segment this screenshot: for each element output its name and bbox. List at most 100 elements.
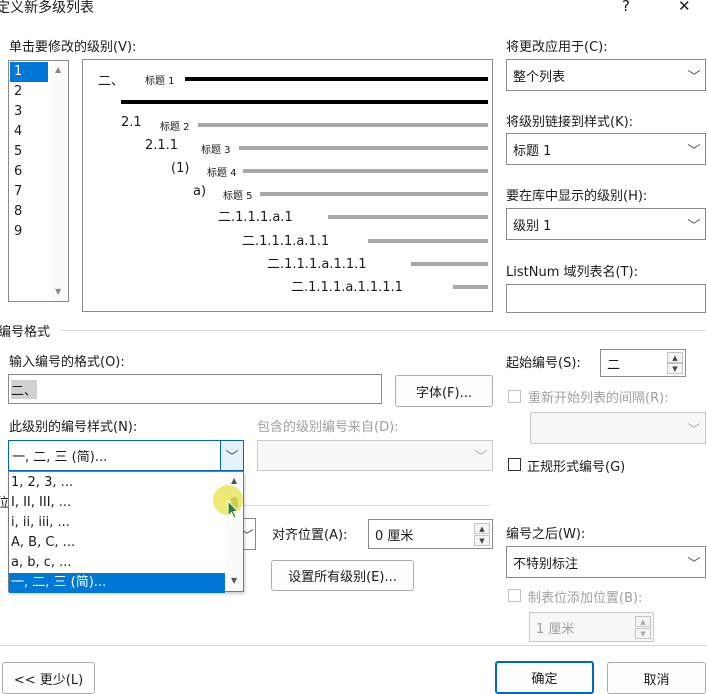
start-at-label: 起始编号(S): bbox=[506, 356, 581, 371]
section-divider bbox=[60, 330, 705, 331]
number-style-value: 一, 二, 三 (简)... bbox=[12, 450, 108, 465]
level-list-item[interactable]: 3 bbox=[10, 102, 48, 122]
number-style-option[interactable]: 1, 2, 3, ... bbox=[9, 473, 225, 493]
preview-heading-2: 标题 2 bbox=[160, 122, 190, 133]
scroll-down-icon[interactable]: ▼ bbox=[55, 287, 61, 296]
level-list-item[interactable]: 6 bbox=[10, 162, 48, 182]
preview-line bbox=[198, 123, 488, 127]
preview-heading-5: 标题 5 bbox=[223, 191, 253, 202]
spin-up-icon[interactable]: ▲ bbox=[635, 616, 651, 627]
chevron-down-icon: ﹀ bbox=[220, 441, 243, 470]
scroll-up-icon[interactable]: ▲ bbox=[231, 476, 237, 485]
number-style-option[interactable]: a, b, c, ... bbox=[9, 553, 225, 573]
preview-prefix-9: 二.1.1.1.a.1.1.1.1 bbox=[291, 280, 403, 295]
number-style-select[interactable]: 一, 二, 三 (简)... ﹀ bbox=[8, 440, 244, 471]
follow-label: 编号之后(W): bbox=[506, 527, 586, 542]
format-input-label: 输入编号的格式(O): bbox=[9, 355, 125, 370]
number-style-option[interactable]: A, B, C, ... bbox=[9, 533, 225, 553]
spin-down-icon[interactable]: ▼ bbox=[635, 628, 651, 639]
chevron-down-icon: ﹀ bbox=[687, 218, 701, 234]
start-at-spinner[interactable]: 二 ▲ ▼ bbox=[600, 349, 686, 377]
gallery-level-value: 级别 1 bbox=[513, 218, 552, 234]
follow-number-value: 不特别标注 bbox=[513, 556, 579, 572]
preview-heading-4: 标题 4 bbox=[207, 168, 237, 179]
align-at-label: 对齐位置(A): bbox=[272, 528, 348, 543]
level-list-item[interactable]: 1 bbox=[10, 62, 48, 82]
preview-prefix-3: 2.1.1 bbox=[145, 138, 179, 153]
level-list-item[interactable]: 8 bbox=[10, 202, 48, 222]
chevron-down-icon: ﹀ bbox=[687, 422, 701, 438]
start-at-value: 二 bbox=[607, 357, 621, 373]
follow-number-select[interactable]: 不特别标注 ﹀ bbox=[506, 546, 706, 578]
restart-select[interactable]: ﹀ bbox=[530, 412, 706, 444]
number-style-dropdown[interactable]: 1, 2, 3, ... I, II, III, ... i, ii, iii, .… bbox=[8, 471, 244, 593]
spin-up-icon[interactable]: ▲ bbox=[667, 352, 683, 363]
legal-checkbox[interactable] bbox=[508, 458, 521, 471]
tab-stop-value: 1 厘米 bbox=[536, 621, 575, 637]
tab-stop-checkbox[interactable] bbox=[508, 589, 521, 602]
format-input[interactable]: 二、 bbox=[8, 374, 382, 404]
preview-prefix-4: (1) bbox=[171, 161, 190, 176]
number-style-option[interactable]: i, ii, iii, ... bbox=[9, 513, 225, 533]
format-input-value: 二、 bbox=[11, 380, 38, 399]
level-list-item[interactable]: 9 bbox=[10, 222, 48, 242]
less-button[interactable]: << 更少(L) bbox=[2, 662, 95, 694]
preview-prefix-8: 二.1.1.1.a.1.1.1 bbox=[267, 257, 367, 272]
preview-line bbox=[368, 239, 488, 243]
preview-line bbox=[411, 262, 488, 266]
dialog-title: 定义新多级列表 bbox=[0, 0, 94, 16]
apply-to-select[interactable]: 整个列表 ﹀ bbox=[506, 59, 706, 91]
section-divider bbox=[240, 505, 490, 506]
mouse-pointer-icon bbox=[227, 499, 240, 524]
level-list-item[interactable]: 4 bbox=[10, 122, 48, 142]
tab-stop-spinner[interactable]: 1 厘米 ▲ ▼ bbox=[529, 612, 654, 642]
level-list-item[interactable]: 7 bbox=[10, 182, 48, 202]
spin-up-icon[interactable]: ▲ bbox=[474, 523, 490, 534]
preview-heading-3: 标题 3 bbox=[201, 145, 231, 156]
footer-divider bbox=[0, 645, 707, 646]
chevron-down-icon: ﹀ bbox=[687, 143, 701, 159]
gallery-level-select[interactable]: 级别 1 ﹀ bbox=[506, 208, 706, 240]
align-at-value: 0 厘米 bbox=[375, 528, 414, 544]
level-list-item[interactable]: 2 bbox=[10, 82, 48, 102]
preview-prefix-1: 二、 bbox=[98, 74, 125, 89]
scroll-down-icon[interactable]: ▼ bbox=[231, 576, 237, 585]
gallery-level-label: 要在库中显示的级别(H): bbox=[506, 189, 648, 204]
preview-pane: 二、 标题 1 2.1 标题 2 2.1.1 标题 3 (1) 标题 4 a) … bbox=[82, 59, 493, 312]
legal-label: 正规形式编号(G) bbox=[527, 460, 626, 475]
number-style-option[interactable]: 一, 二, 三 (简)... bbox=[9, 573, 225, 593]
preview-heading-1: 标题 1 bbox=[145, 76, 175, 87]
level-list-item[interactable]: 5 bbox=[10, 142, 48, 162]
link-style-value: 标题 1 bbox=[513, 143, 552, 159]
listnum-input[interactable] bbox=[506, 284, 706, 313]
ok-button[interactable]: 确定 bbox=[495, 661, 594, 694]
apply-to-label: 将更改应用于(C): bbox=[506, 40, 608, 55]
scroll-up-icon[interactable]: ▲ bbox=[55, 65, 61, 74]
cancel-button[interactable]: 取消 bbox=[607, 662, 706, 694]
restart-checkbox[interactable] bbox=[508, 390, 521, 403]
spin-down-icon[interactable]: ▼ bbox=[474, 535, 490, 546]
section-number-format: 编号格式 bbox=[0, 325, 51, 340]
include-level-select[interactable]: ﹀ bbox=[257, 440, 493, 471]
level-listbox[interactable]: 123456789 ▲ ▼ bbox=[8, 60, 69, 302]
font-button[interactable]: 字体(F)... bbox=[395, 375, 493, 407]
level-list-label: 单击要修改的级别(V): bbox=[9, 40, 137, 55]
link-style-label: 将级别链接到样式(K): bbox=[506, 115, 634, 130]
restart-label: 重新开始列表的间隔(R): bbox=[528, 391, 669, 406]
preview-line bbox=[260, 192, 488, 196]
preview-line bbox=[328, 215, 488, 219]
level-list-scrollbar[interactable]: ▲ ▼ bbox=[51, 61, 68, 301]
chevron-down-icon: ﹀ bbox=[474, 450, 488, 465]
preview-prefix-2: 2.1 bbox=[121, 115, 142, 130]
number-style-option[interactable]: I, II, III, ... bbox=[9, 493, 225, 513]
chevron-down-icon: ﹀ bbox=[687, 69, 701, 85]
spin-down-icon[interactable]: ▼ bbox=[667, 363, 683, 374]
set-all-levels-button[interactable]: 设置所有级别(E)... bbox=[271, 560, 414, 591]
apply-to-value: 整个列表 bbox=[513, 69, 566, 85]
align-at-spinner[interactable]: 0 厘米 ▲ ▼ bbox=[368, 519, 493, 549]
help-button[interactable]: ? bbox=[622, 0, 630, 15]
include-label: 包含的级别编号来自(D): bbox=[257, 420, 399, 435]
chevron-down-icon: ﹀ bbox=[687, 556, 701, 572]
link-style-select[interactable]: 标题 1 ﹀ bbox=[506, 133, 706, 165]
close-icon[interactable]: ✕ bbox=[678, 0, 691, 15]
